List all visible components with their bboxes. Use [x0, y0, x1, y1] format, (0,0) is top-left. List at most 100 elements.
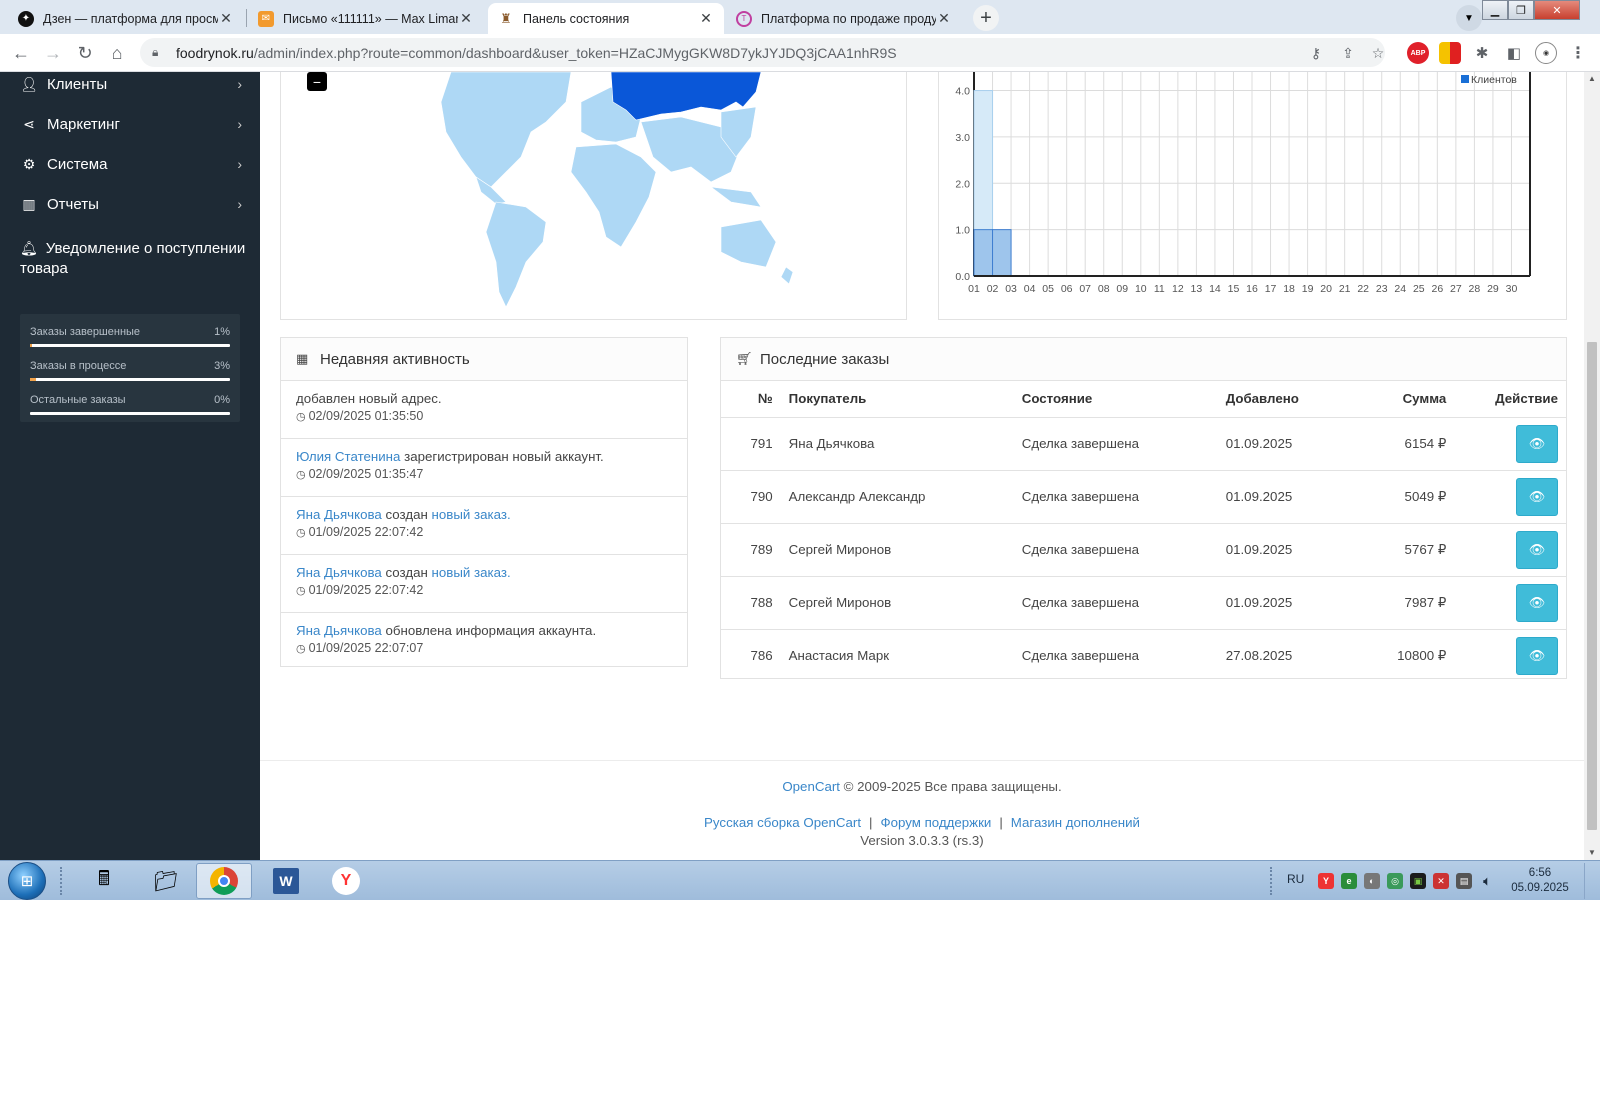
sidepanel-icon[interactable]: ◧	[1503, 42, 1525, 64]
share-icon[interactable]: ⇪	[1338, 43, 1358, 63]
calculator-icon[interactable]: 🖩	[76, 863, 132, 899]
map-region-north-america	[440, 72, 572, 188]
activity-date: ◷ 01/09/2025 22:07:42	[296, 583, 672, 597]
tab-platform[interactable]: T Платформа по продаже продуктов ✕	[726, 3, 962, 34]
scroll-up-icon[interactable]: ▲	[1588, 74, 1596, 83]
chrome-icon[interactable]	[196, 863, 252, 899]
yandex-browser-icon[interactable]: Y	[318, 863, 374, 899]
panel-title: Недавняя активность	[320, 350, 470, 368]
col-header-total[interactable]: Сумма	[1350, 381, 1447, 418]
tray-e-icon[interactable]: e	[1341, 873, 1357, 889]
addons-store-link[interactable]: Магазин дополнений	[1011, 815, 1140, 830]
close-tab-icon[interactable]: ✕	[458, 10, 474, 27]
order-customer: Александр Александр	[788, 470, 1022, 524]
clock-icon: ◷	[296, 469, 306, 481]
forward-icon[interactable]: →	[42, 42, 64, 64]
col-header-customer[interactable]: Покупатель	[788, 381, 1022, 418]
sidebar-item-system[interactable]: ⚙ Система ›	[0, 144, 260, 184]
close-tab-icon[interactable]: ✕	[698, 10, 714, 27]
scroll-thumb[interactable]	[1587, 342, 1597, 830]
order-total: 5049 ₽	[1350, 470, 1447, 524]
list-item: Яна Дьячкова создан новый заказ. ◷ 01/09/2…	[281, 497, 687, 555]
adblock-icon[interactable]: ABP	[1407, 42, 1429, 64]
support-forum-link[interactable]: Форум поддержки	[880, 815, 991, 830]
sidebar-item-label: Система	[47, 155, 108, 173]
view-order-button[interactable]: 👁︎	[1516, 583, 1558, 622]
tray-warning-icon[interactable]: ✕	[1433, 873, 1449, 889]
order-status: Сделка завершена	[1021, 576, 1226, 630]
sidebar-item-customers[interactable]: 👤︎ Клиенты ›	[0, 72, 260, 104]
new-tab-icon[interactable]: +	[973, 5, 999, 31]
nvidia-icon[interactable]: ▣	[1410, 873, 1426, 889]
eye-icon: 👁︎	[1528, 541, 1546, 557]
address-bar[interactable]: 🔒︎ foodrynok.ru/admin/index.php?route=co…	[140, 38, 1385, 67]
tray-network-icon[interactable]: ◎	[1387, 873, 1403, 889]
activity-description: добавлен новый адрес.	[296, 391, 442, 406]
url-text[interactable]: foodrynok.ru/admin/index.php?route=commo…	[176, 45, 897, 61]
close-tab-icon[interactable]: ✕	[218, 10, 234, 27]
order-date: 01.09.2025	[1225, 417, 1351, 471]
extension-flag-icon[interactable]	[1439, 42, 1461, 64]
close-tab-icon[interactable]: ✕	[936, 10, 952, 27]
col-header-status[interactable]: Состояние	[1021, 381, 1226, 418]
bookmark-star-icon[interactable]: ☆	[1368, 43, 1388, 63]
puzzle-icon[interactable]: ✱	[1471, 42, 1493, 64]
x-tick-label: 12	[1172, 283, 1184, 295]
view-order-button[interactable]: 👁︎	[1516, 477, 1558, 516]
tab-dashboard[interactable]: ♜ Панель состояния ✕	[488, 3, 724, 34]
word-icon[interactable]: W	[258, 863, 314, 899]
order-action-cell: 👁︎	[1446, 629, 1566, 682]
activity-text: Яна Дьячкова обновлена информация аккаун…	[296, 623, 672, 638]
order-customer: Сергей Миронов	[788, 576, 1022, 630]
home-icon[interactable]: ⌂	[106, 42, 128, 64]
page-scrollbar[interactable]: ▲ ▼	[1584, 72, 1600, 860]
menu-kebab-icon[interactable]: ⋮	[1567, 42, 1589, 64]
view-order-button[interactable]: 👁︎	[1516, 530, 1558, 569]
order-status: Сделка завершена	[1021, 648, 1140, 664]
reload-icon[interactable]: ↻	[74, 42, 96, 64]
volume-icon[interactable]: 🔈︎	[1479, 873, 1495, 889]
back-icon[interactable]: ←	[10, 42, 32, 64]
sidebar-item-reports[interactable]: ▥ Отчеты ›	[0, 184, 260, 224]
show-desktop-button[interactable]	[1584, 863, 1598, 899]
col-header-id[interactable]: №	[721, 381, 789, 418]
tray-app-icon[interactable]: ◐	[1364, 873, 1380, 889]
view-order-button[interactable]: 👁︎	[1516, 636, 1558, 675]
stat-other: Остальные заказы 0%	[30, 394, 230, 428]
customer-link[interactable]: Яна Дьячкова	[296, 507, 382, 522]
minimize-icon[interactable]: ▁	[1482, 0, 1508, 20]
key-icon[interactable]: ⚷	[1306, 43, 1326, 63]
start-button[interactable]: ⊞	[8, 862, 46, 900]
order-id: 788	[721, 576, 789, 630]
russian-build-link[interactable]: Русская сборка OpenCart	[704, 815, 861, 830]
activity-description: создан	[381, 565, 432, 580]
close-window-icon[interactable]: ✕	[1534, 0, 1580, 20]
opencart-link[interactable]: OpenCart	[782, 779, 840, 794]
yandex-tray-icon[interactable]: Y	[1318, 873, 1334, 889]
col-header-date[interactable]: Добавлено	[1225, 381, 1351, 418]
order-link[interactable]: новый заказ.	[432, 565, 511, 580]
sidebar-item-marketing[interactable]: ⋖ Маркетинг ›	[0, 104, 260, 144]
profile-avatar[interactable]: ◉	[1535, 42, 1557, 64]
tray-display-icon[interactable]: ▤	[1456, 873, 1472, 889]
sidebar-item-stock-notification[interactable]: 🔔︎ Уведомление о поступлении товара	[20, 238, 252, 279]
world-map[interactable]	[281, 72, 908, 320]
customer-link[interactable]: Яна Дьячкова	[296, 623, 382, 638]
scroll-down-icon[interactable]: ▼	[1588, 848, 1596, 857]
order-link[interactable]: новый заказ.	[432, 507, 511, 522]
page-footer: OpenCart © 2009-2025 Все права защищены.…	[260, 760, 1584, 848]
customer-link[interactable]: Яна Дьячкова	[296, 565, 382, 580]
activity-description: создан	[381, 507, 432, 522]
maximize-icon[interactable]: ❐	[1508, 0, 1534, 20]
tab-mail[interactable]: ✉ Письмо «111111» — Max Limanov ✕	[248, 3, 484, 34]
customer-link[interactable]: Юлия Статенина	[296, 449, 400, 464]
chevron-down-icon[interactable]: ▼	[1456, 5, 1482, 31]
view-order-button[interactable]: 👁︎	[1516, 424, 1558, 463]
activity-date: ◷ 02/09/2025 01:35:47	[296, 467, 672, 481]
x-tick-label: 25	[1413, 283, 1425, 295]
system-clock[interactable]: 6:56 05.09.2025	[1505, 866, 1575, 896]
language-indicator[interactable]: RU	[1287, 872, 1304, 886]
version-text: Version 3.0.3.3 (rs.3)	[860, 833, 984, 848]
file-explorer-icon[interactable]: 📁︎	[138, 863, 194, 899]
tab-dzen[interactable]: ✦ Дзен — платформа для просмотра ✕	[8, 3, 244, 34]
